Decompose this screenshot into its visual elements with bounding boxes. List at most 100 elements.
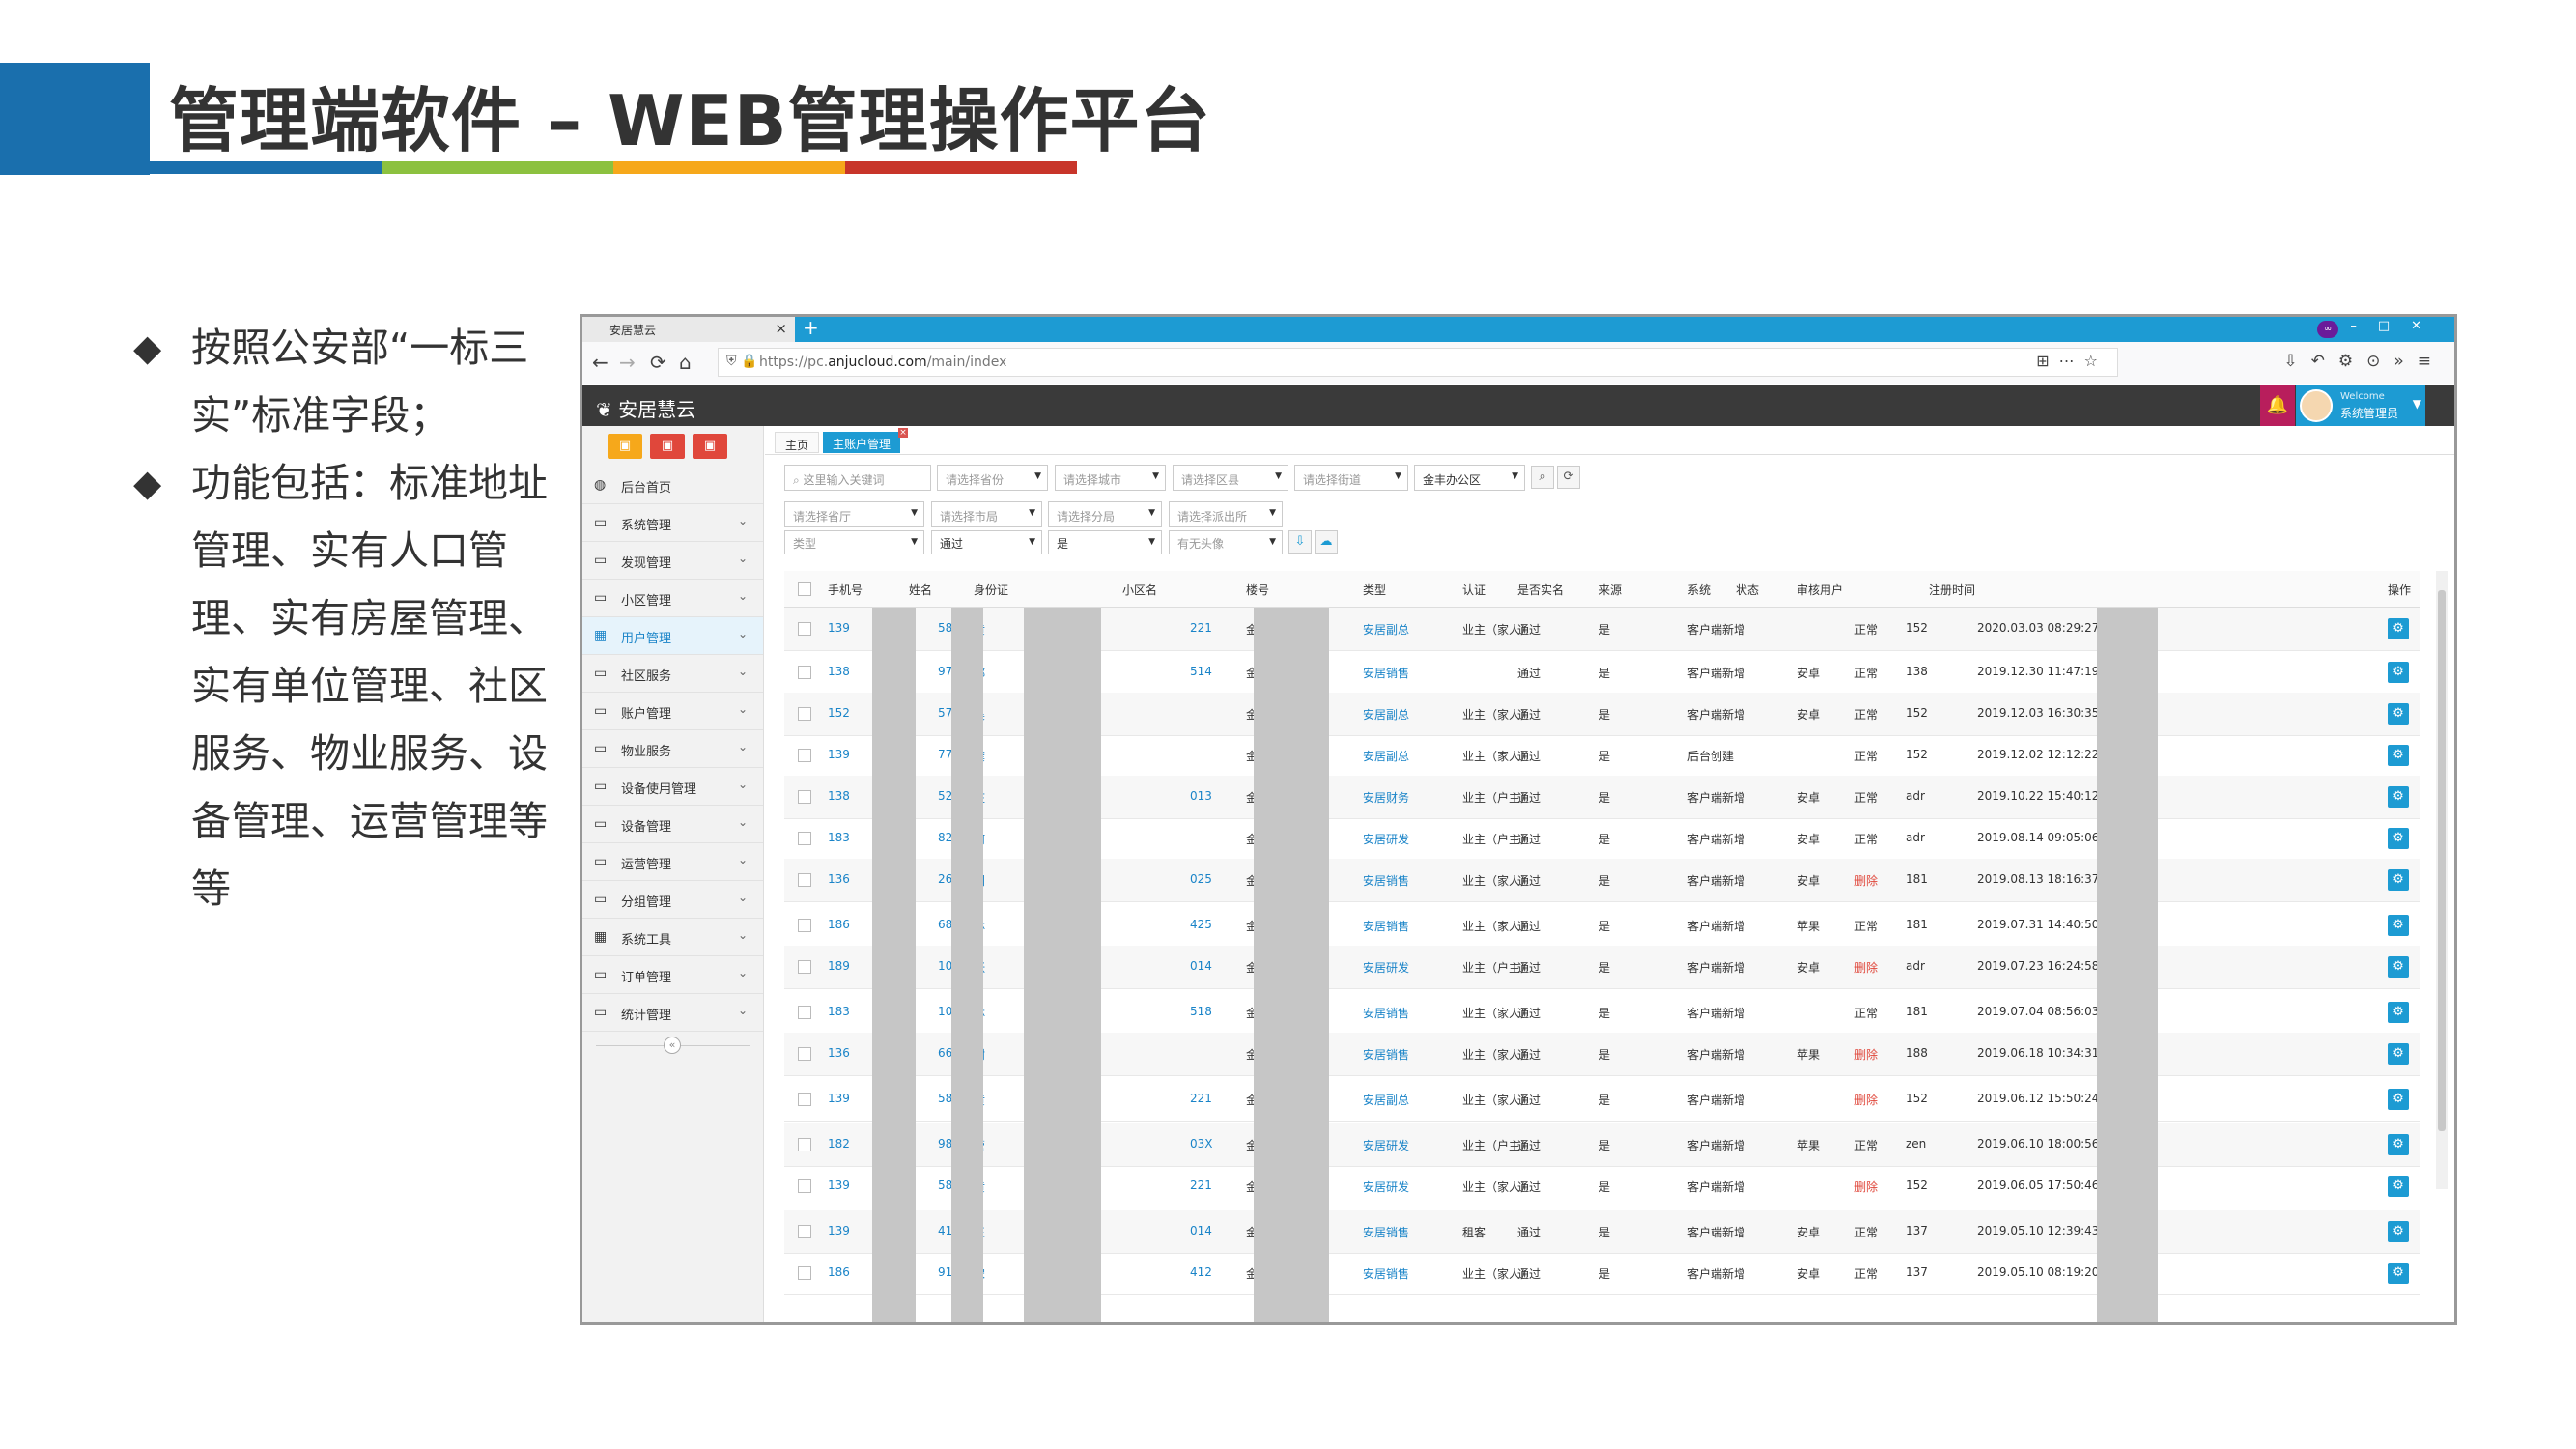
row-checkbox[interactable] [798,873,811,887]
row-checkbox[interactable] [798,1225,811,1238]
sidebar-collapse[interactable]: « [582,1032,763,1061]
city-bureau-select[interactable]: 请选择市局 ▼ [931,501,1042,527]
new-tab-icon[interactable]: + [803,317,819,339]
district-select[interactable]: 请选择区县 ▼ [1173,465,1288,491]
close-icon[interactable]: × [898,428,909,438]
table-cell[interactable]: 安居副总 [1363,748,1409,764]
sidebar-item[interactable]: ▦ 系统工具 ⌄ [582,919,763,956]
table-cell[interactable]: 98 [938,1137,952,1151]
sidebar-item[interactable]: ▭ 分组管理 ⌄ [582,881,763,919]
bureau-select[interactable]: 请选择省厅 ▼ [784,501,924,527]
row-checkbox[interactable] [798,832,811,845]
city-select[interactable]: 请选择城市 ▼ [1055,465,1166,491]
table-cell[interactable]: 139 [828,748,850,761]
table-cell[interactable]: 183 [828,831,850,844]
table-cell[interactable]: 221 [1190,1092,1212,1105]
table-cell[interactable]: 152 [828,706,850,720]
shortcut-button[interactable]: ▣ [650,434,685,459]
row-checkbox[interactable] [798,622,811,636]
table-cell[interactable]: 03X [1190,1137,1213,1151]
tab-account[interactable]: 主账户管理 × [823,428,909,453]
gear-icon[interactable]: ⚙ [2388,745,2409,766]
shortcut-button[interactable]: ▣ [693,434,727,459]
search-input[interactable]: ⌕ 这里输入关键词 [784,465,931,491]
table-cell[interactable]: 97 [938,665,952,678]
table-cell[interactable]: 安居研发 [1363,959,1409,976]
table-cell[interactable]: 安居财务 [1363,789,1409,806]
sidebar-item[interactable]: ▭ 统计管理 ⌄ [582,994,763,1032]
row-checkbox[interactable] [798,1047,811,1061]
gear-icon[interactable]: ⚙ [2388,703,2409,724]
sidebar-item[interactable]: ▭ 运营管理 ⌄ [582,843,763,881]
sidebar-item[interactable]: ▭ 物业服务 ⌄ [582,730,763,768]
table-cell[interactable]: 82 [938,831,952,844]
table-cell[interactable]: 安居研发 [1363,1137,1409,1153]
row-checkbox[interactable] [798,919,811,932]
station-select[interactable]: 请选择派出所 ▼ [1169,501,1283,527]
table-cell[interactable]: 安居研发 [1363,831,1409,847]
sidebar-item[interactable]: ▭ 设备使用管理 ⌄ [582,768,763,806]
gear-icon[interactable]: ⚙ [2388,1043,2409,1065]
sidebar-item[interactable]: ▦ 用户管理 ⌄ [582,617,763,655]
gear-icon[interactable]: ⚙ [2388,869,2409,891]
gear-icon[interactable]: ⚙ [2388,1221,2409,1242]
province-select[interactable]: 请选择省份 ▼ [937,465,1048,491]
close-tab-icon[interactable]: × [775,320,787,337]
table-cell[interactable]: 014 [1190,959,1212,973]
table-cell[interactable]: 安居销售 [1363,872,1409,889]
type-select[interactable]: 类型 ▼ [784,530,924,554]
sidebar-item[interactable]: ◍ 后台首页 [582,467,763,504]
table-cell[interactable]: 安居副总 [1363,1092,1409,1108]
back-icon[interactable]: ← [592,351,609,374]
row-checkbox[interactable] [798,1266,811,1280]
table-cell[interactable]: 221 [1190,621,1212,635]
table-cell[interactable]: 025 [1190,872,1212,886]
gear-icon[interactable]: ⚙ [2388,1134,2409,1155]
table-cell[interactable]: 68 [938,918,952,931]
row-checkbox[interactable] [798,1179,811,1193]
tab-home[interactable]: 主页 [775,432,820,453]
table-cell[interactable]: 425 [1190,918,1212,931]
table-cell[interactable]: 182 [828,1137,850,1151]
table-cell[interactable]: 139 [828,1179,850,1192]
table-cell[interactable]: 514 [1190,665,1212,678]
sidebar-item[interactable]: ▭ 账户管理 ⌄ [582,693,763,730]
table-cell[interactable]: 58 [938,621,952,635]
gear-icon[interactable]: ⚙ [2388,786,2409,808]
table-cell[interactable]: 186 [828,918,850,931]
toolbar-icons[interactable]: ⇩↶⚙⊙»≡ [2283,352,2445,371]
branch-select[interactable]: 请选择分局 ▼ [1048,501,1162,527]
table-cell[interactable]: 91 [938,1265,952,1279]
cloud-icon[interactable]: ☁ [1315,530,1338,554]
table-cell[interactable]: 57 [938,706,952,720]
sidebar-item[interactable]: ▭ 社区服务 ⌄ [582,655,763,693]
gear-icon[interactable]: ⚙ [2388,1002,2409,1023]
sidebar-item[interactable]: ▭ 订单管理 ⌄ [582,956,763,994]
gear-icon[interactable]: ⚙ [2388,1089,2409,1110]
table-cell[interactable]: 安居销售 [1363,1265,1409,1282]
table-cell[interactable]: 189 [828,959,850,973]
table-cell[interactable]: 10 [938,959,952,973]
shortcut-button[interactable]: ▣ [608,434,642,459]
gear-icon[interactable]: ⚙ [2388,828,2409,849]
row-checkbox[interactable] [798,1006,811,1019]
table-cell[interactable]: 安居销售 [1363,918,1409,934]
reload-icon[interactable]: ⟳ [650,351,666,374]
sidebar-item[interactable]: ▭ 系统管理 ⌄ [582,504,763,542]
user-menu[interactable]: Welcome 系统管理员 ▼ [2296,385,2425,426]
community-select[interactable]: 金丰办公区 ▼ [1414,465,1525,491]
table-cell[interactable]: 221 [1190,1179,1212,1192]
browser-tab[interactable]: 安居慧云 × [582,317,795,342]
row-checkbox[interactable] [798,960,811,974]
home-icon[interactable]: ⌂ [679,351,692,374]
table-cell[interactable]: 136 [828,1046,850,1060]
table-cell[interactable]: 77 [938,748,952,761]
table-scrollbar[interactable] [2436,571,2448,1189]
table-cell[interactable]: 安居研发 [1363,1179,1409,1195]
row-checkbox[interactable] [798,707,811,721]
gear-icon[interactable]: ⚙ [2388,662,2409,683]
table-cell[interactable]: 138 [828,665,850,678]
row-checkbox[interactable] [798,666,811,679]
row-checkbox[interactable] [798,1138,811,1151]
row-checkbox[interactable] [798,1093,811,1106]
